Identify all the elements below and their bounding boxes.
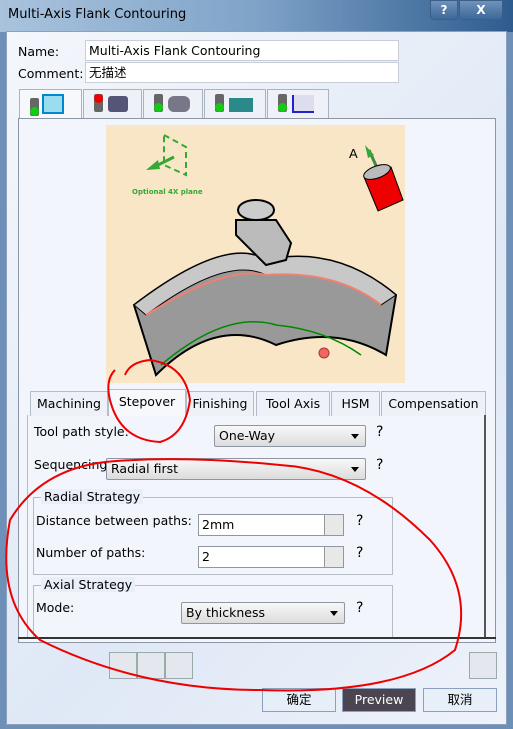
axial-strategy-title: Axial Strategy xyxy=(41,577,136,592)
sequencing-label: Sequencing: xyxy=(34,457,112,472)
window-title: Multi-Axis Flank Contouring xyxy=(8,7,187,22)
spinner-arrows-icon[interactable] xyxy=(324,515,343,535)
tab-machining[interactable]: Machining xyxy=(30,391,108,416)
tool-icon xyxy=(168,96,190,112)
help-button[interactable]: ? xyxy=(430,0,458,20)
close-button[interactable]: X xyxy=(459,0,503,20)
tool-path-style-value: One-Way xyxy=(219,428,276,443)
radial-strategy-title: Radial Strategy xyxy=(41,489,144,504)
status-indicator xyxy=(154,94,163,112)
tab-tool-axis[interactable]: Tool Axis xyxy=(256,391,330,416)
status-indicator xyxy=(94,94,103,112)
name-label: Name: xyxy=(18,44,60,59)
sequencing-help[interactable]: ? xyxy=(376,457,383,473)
video-icon[interactable] xyxy=(137,652,165,679)
tab-geometry[interactable] xyxy=(83,89,142,119)
tab-feeds-speeds[interactable] xyxy=(204,89,266,119)
ok-button[interactable]: 确定 xyxy=(262,688,336,712)
tab-stepover[interactable]: Stepover xyxy=(108,389,186,416)
number-spinner[interactable]: 2 xyxy=(198,546,344,568)
distance-help[interactable]: ? xyxy=(356,513,363,529)
mode-select[interactable]: By thickness xyxy=(181,602,345,624)
tab-tool[interactable] xyxy=(143,89,203,119)
axis-label: A xyxy=(349,146,358,161)
chevron-down-icon xyxy=(351,467,359,472)
chevron-down-icon xyxy=(330,611,338,616)
number-label: Number of paths: xyxy=(36,545,146,560)
tab-strategy[interactable] xyxy=(19,89,82,120)
comment-input[interactable]: 无描述 xyxy=(85,62,399,83)
tab-compensation[interactable]: Compensation xyxy=(381,391,486,416)
tool-path-style-select[interactable]: One-Way xyxy=(214,425,366,447)
preview-button[interactable]: Preview xyxy=(342,688,416,712)
sequencing-value: Radial first xyxy=(111,461,179,476)
status-indicator xyxy=(215,94,224,112)
distance-value: 2mm xyxy=(202,517,235,532)
tool-path-style-help[interactable]: ? xyxy=(376,424,383,440)
number-help[interactable]: ? xyxy=(356,545,363,561)
replay-icon[interactable] xyxy=(109,652,137,679)
mode-label: Mode: xyxy=(36,600,75,615)
macros-icon xyxy=(292,95,314,113)
sequencing-select[interactable]: Radial first xyxy=(106,458,366,480)
strategy-icon xyxy=(42,94,64,114)
name-input[interactable]: Multi-Axis Flank Contouring xyxy=(85,40,399,61)
geometry-icon xyxy=(108,96,128,112)
spinner-arrows-icon[interactable] xyxy=(324,547,343,567)
cancel-button[interactable]: 取消 xyxy=(423,688,497,712)
chevron-down-icon xyxy=(351,434,359,439)
plane-label: Optional 4X plane xyxy=(132,188,203,196)
panel-divider xyxy=(18,637,496,639)
number-value: 2 xyxy=(202,549,210,564)
status-indicator xyxy=(30,98,39,116)
stepover-panel: Tool path style: One-Way ? Sequencing: R… xyxy=(27,415,486,637)
mode-value: By thickness xyxy=(186,605,265,620)
tab-hsm[interactable]: HSM xyxy=(331,391,380,416)
distance-spinner[interactable]: 2mm xyxy=(198,514,344,536)
flank-contouring-illustration: Optional 4X plane A xyxy=(106,125,405,383)
feeds-speeds-icon xyxy=(229,98,253,112)
distance-label: Distance between paths: xyxy=(36,513,192,528)
expand-icon[interactable] xyxy=(469,652,497,679)
status-indicator xyxy=(278,94,287,112)
tool-path-style-label: Tool path style: xyxy=(34,424,129,439)
mode-help[interactable]: ? xyxy=(356,600,363,616)
tab-macros[interactable] xyxy=(267,89,329,119)
analysis-icon[interactable] xyxy=(165,652,193,679)
comment-label: Comment: xyxy=(18,66,84,81)
tab-finishing[interactable]: Finishing xyxy=(186,391,254,416)
